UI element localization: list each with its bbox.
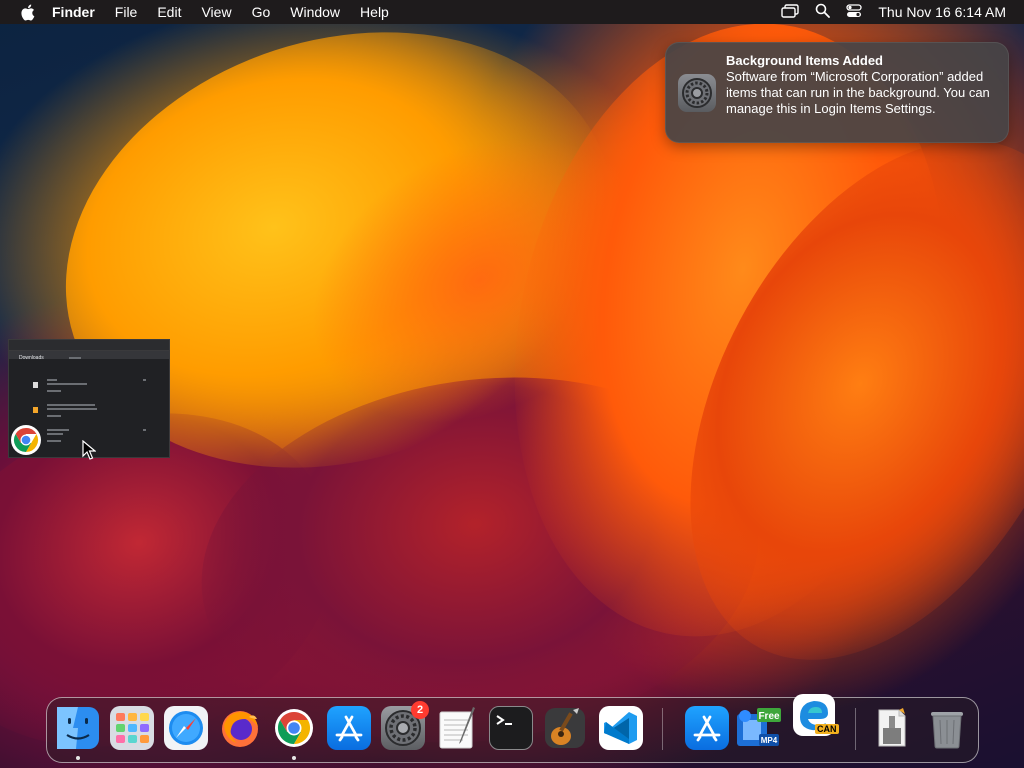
dock-garageband[interactable] xyxy=(543,706,587,750)
menu-view[interactable]: View xyxy=(191,0,241,24)
dock-archive-utility[interactable] xyxy=(869,706,913,750)
safari-icon xyxy=(169,711,203,745)
dock-launchpad[interactable] xyxy=(110,706,154,750)
app-store-icon xyxy=(693,715,721,742)
dock-running-indicator xyxy=(76,756,80,760)
preview-tab-bar xyxy=(9,340,169,351)
screen-mirroring-icon[interactable] xyxy=(781,3,800,21)
dock-app-store[interactable] xyxy=(327,706,371,750)
dock-separator xyxy=(662,708,663,750)
garageband-icon xyxy=(545,708,585,748)
svg-text:MP4: MP4 xyxy=(761,736,778,745)
preview-page-title: Downloads xyxy=(19,355,44,361)
notification-body: Software from “Microsoft Corporation” ad… xyxy=(726,69,990,116)
trash-icon xyxy=(931,712,963,749)
dock: 2 Free MP4 CAN xyxy=(46,694,979,763)
notification-badge: 2 xyxy=(411,701,429,719)
notification-title: Background Items Added xyxy=(726,53,883,68)
dock-vscode[interactable] xyxy=(599,706,643,750)
dock-google-chrome[interactable] xyxy=(272,706,316,750)
mp4-converter-icon: Free MP4 xyxy=(737,708,781,746)
finder-icon xyxy=(57,707,99,749)
menu-help[interactable]: Help xyxy=(350,0,399,24)
dock-terminal[interactable] xyxy=(489,706,533,750)
archive-icon xyxy=(878,708,906,747)
dock-textedit[interactable] xyxy=(435,706,479,750)
mouse-pointer-icon xyxy=(82,439,97,465)
dock-firefox[interactable] xyxy=(218,706,262,750)
chrome-icon xyxy=(275,709,313,747)
terminal-icon xyxy=(496,715,512,725)
dock-trash[interactable] xyxy=(925,706,969,750)
dock-running-indicator xyxy=(292,756,296,760)
dock-recent-app-store[interactable] xyxy=(685,706,729,750)
launchpad-icon xyxy=(116,713,149,743)
menu-edit[interactable]: Edit xyxy=(147,0,191,24)
dock-finder[interactable] xyxy=(56,706,100,750)
vscode-icon xyxy=(604,712,637,744)
menu-window[interactable]: Window xyxy=(280,0,350,24)
control-center-icon[interactable] xyxy=(846,3,863,21)
svg-text:Free: Free xyxy=(758,711,780,722)
menubar-clock[interactable]: Thu Nov 16 6:14 AM xyxy=(878,4,1006,20)
search-icon[interactable] xyxy=(815,3,831,21)
dock-free-mp4-converter[interactable]: Free MP4 xyxy=(735,706,785,750)
menu-bar: Finder File Edit View Go Window Help Thu… xyxy=(0,0,1024,24)
menu-file[interactable]: File xyxy=(105,0,148,24)
system-settings-icon xyxy=(678,74,716,112)
textedit-icon xyxy=(439,707,475,749)
dock-edge-canary[interactable]: CAN xyxy=(793,694,839,736)
firefox-icon xyxy=(222,711,258,747)
apple-menu-icon[interactable] xyxy=(18,3,36,21)
dock-safari[interactable] xyxy=(164,706,208,750)
chrome-icon xyxy=(10,424,42,456)
background-items-notification[interactable]: Background Items Added Software from “Mi… xyxy=(665,42,1009,143)
dock-separator xyxy=(855,708,856,750)
canary-label: CAN xyxy=(815,724,839,734)
menu-go[interactable]: Go xyxy=(242,0,281,24)
app-menu-finder[interactable]: Finder xyxy=(52,0,105,24)
app-store-icon xyxy=(335,715,363,742)
dock-system-settings[interactable]: 2 xyxy=(381,701,429,750)
